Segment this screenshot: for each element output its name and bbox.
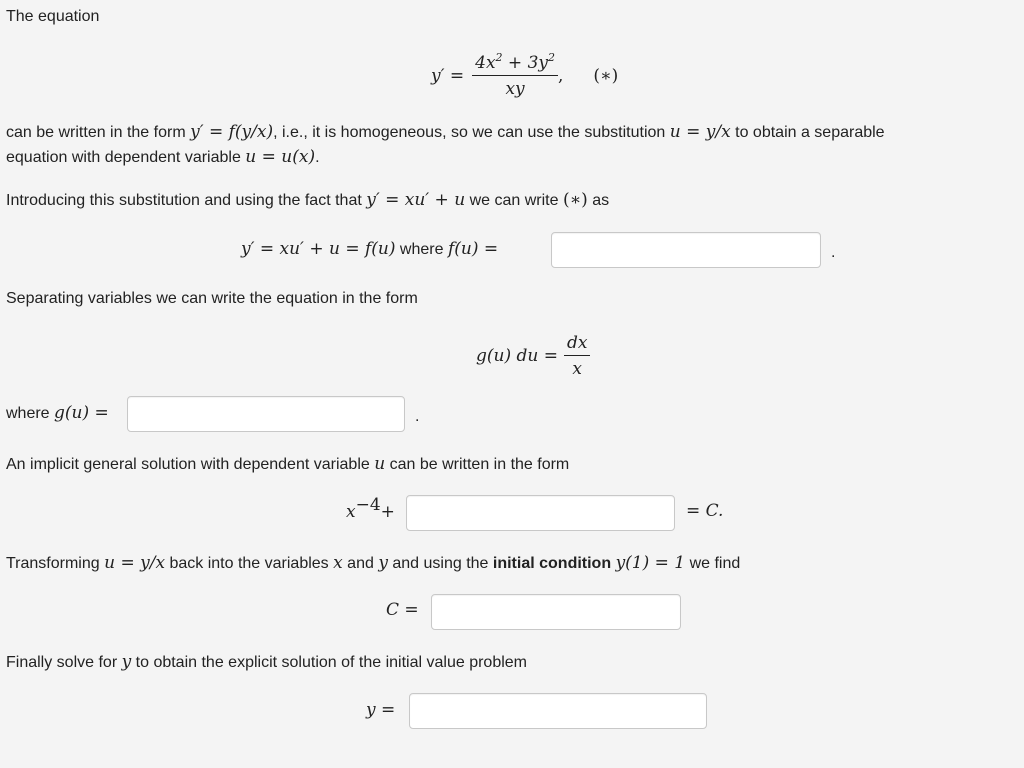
text: Finally solve for <box>6 654 122 671</box>
para-finally: Finally solve for y to obtain the explic… <box>6 652 527 672</box>
text: we find <box>685 555 741 572</box>
equals-C: = C. <box>686 501 724 521</box>
main-eq-comma: , <box>558 66 564 86</box>
math-f-equals: f(u) = <box>447 239 499 259</box>
math-dependent-variable: u = u(x) <box>245 147 316 167</box>
eq-f-label: y′ = xu′ + u = f(u) where f(u) = <box>241 239 498 259</box>
para-introducing: Introducing this substitution and using … <box>6 190 609 210</box>
text: where <box>395 241 448 258</box>
para-implicit: An implicit general solution with depend… <box>6 454 569 474</box>
numerator-term-a: 4x <box>475 53 496 73</box>
separable-equation: g(u) du = dx x <box>476 328 591 384</box>
math-homogeneous-form: y′ = f(y/x) <box>190 122 274 142</box>
numerator-term-b: + 3y <box>502 53 549 73</box>
math-derivative-identity: y′ = xu′ + u <box>366 190 466 210</box>
denominator: xy <box>505 79 525 99</box>
numerator-dx: dx <box>563 333 591 356</box>
math-x: x <box>346 502 356 522</box>
math-y: y <box>378 553 388 573</box>
C-label: C = <box>386 600 419 620</box>
para-homogeneous-line2: equation with dependent variable u = u(x… <box>6 147 320 167</box>
main-eq-lhs: y′ = <box>431 66 465 86</box>
g-of-u-input[interactable] <box>127 396 405 432</box>
equation-tag: (∗) <box>593 66 619 86</box>
math-f-of-u: y′ = xu′ + u = f(u) <box>241 239 396 259</box>
math-u: u <box>374 454 386 474</box>
math-g-du: g(u) du = <box>476 346 558 366</box>
text: and <box>342 555 379 572</box>
y-solution-input[interactable] <box>409 693 707 729</box>
exponent-a: 2 <box>495 51 503 64</box>
para-homogeneous-line1: can be written in the form y′ = f(y/x), … <box>6 122 885 142</box>
main-equation: y′ = 4x2 + 3y2 xy , (∗) <box>431 46 618 106</box>
text: and using the <box>387 555 493 572</box>
period: . <box>415 408 420 425</box>
text: An implicit general solution with depend… <box>6 456 375 473</box>
C-input[interactable] <box>431 594 681 630</box>
y-label: y = <box>366 700 396 720</box>
main-eq-fraction: 4x2 + 3y2 xy <box>472 51 559 99</box>
exponent: −4 <box>355 495 381 515</box>
para-transforming: Transforming u = y/x back into the varia… <box>6 553 740 573</box>
denominator-x: x <box>572 359 583 379</box>
dx-over-x-fraction: dx x <box>563 333 591 379</box>
math-substitution: u = y/x <box>669 122 731 142</box>
where-g-label: where g(u) = <box>6 403 109 423</box>
text: Introducing this substitution and using … <box>6 192 367 209</box>
text: can be written in the form <box>385 456 570 473</box>
math-substitution: u = y/x <box>104 553 166 573</box>
implicit-eq-lhs: x−4+ <box>346 497 395 523</box>
text: equation with dependent variable <box>6 149 246 166</box>
text: Transforming <box>6 555 105 572</box>
text: . <box>315 149 320 166</box>
f-of-u-input[interactable] <box>551 232 821 268</box>
text: back into the variables <box>165 555 334 572</box>
para-separating: Separating variables we can write the eq… <box>6 290 418 307</box>
plus-sign: + <box>380 502 395 522</box>
text: we can write <box>465 192 563 209</box>
text: to obtain the explicit solution of the i… <box>131 654 527 671</box>
math-tag-ref: (∗) <box>562 190 588 210</box>
period: . <box>831 244 836 261</box>
exponent-b: 2 <box>548 51 556 64</box>
text: as <box>587 192 610 209</box>
math-initial-condition: y(1) = 1 <box>615 553 686 573</box>
text: where <box>6 405 55 422</box>
math-y: y <box>121 652 132 672</box>
initial-condition-label: initial condition <box>492 555 612 572</box>
text: can be written in the form <box>6 124 191 141</box>
math-g-equals: g(u) = <box>54 403 109 423</box>
text: to obtain a separable <box>730 124 885 141</box>
intro-text: The equation <box>6 8 100 25</box>
implicit-solution-input[interactable] <box>406 495 675 531</box>
math-x: x <box>333 553 343 573</box>
text: , i.e., it is homogeneous, so we can use… <box>273 124 670 141</box>
